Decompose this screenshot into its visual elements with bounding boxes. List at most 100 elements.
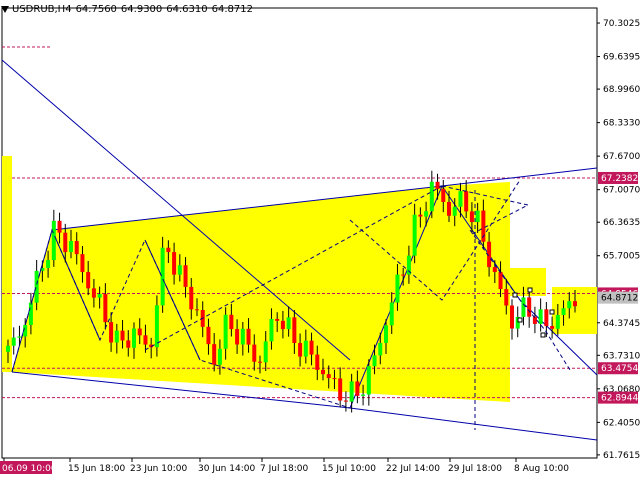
bear-candle bbox=[504, 289, 509, 306]
bear-candle bbox=[435, 181, 440, 189]
x-tick-label: 30 Jun 14:00 bbox=[198, 464, 255, 474]
pivot-marker-3 bbox=[527, 287, 533, 293]
bull-candle bbox=[177, 265, 182, 275]
bull-candle bbox=[538, 309, 543, 324]
chart-canvas[interactable]: 70.3025 69.6395 68.9960 68.3330 67.6700 67.00… bbox=[0, 0, 640, 480]
bear-candle bbox=[292, 317, 297, 343]
bear-candle bbox=[550, 326, 555, 329]
bull-candle bbox=[217, 348, 222, 365]
bear-candle bbox=[464, 191, 469, 212]
x-tick-label: 7 Jul 18:00 bbox=[260, 464, 309, 474]
pivot-marker-4 bbox=[540, 332, 546, 338]
bull-candle bbox=[412, 214, 417, 256]
bear-candle bbox=[206, 326, 211, 345]
bear-candle bbox=[343, 400, 348, 402]
bull-candle bbox=[6, 345, 10, 352]
bull-candle bbox=[366, 366, 371, 395]
bear-candle bbox=[80, 254, 85, 273]
bear-candle bbox=[355, 381, 360, 396]
bull-candle bbox=[372, 355, 377, 367]
chart-window[interactable]: 70.3025 69.6395 68.9960 68.3330 67.6700 67.00… bbox=[0, 0, 640, 480]
bull-candle bbox=[46, 260, 51, 268]
x-tick-label: 15 Jun 18:00 bbox=[68, 464, 125, 474]
chart-header: USDRUB,H4 64.7560 64.9300 64.6310 64.871… bbox=[0, 2, 257, 16]
bear-candle bbox=[63, 232, 68, 253]
bear-candle bbox=[544, 309, 549, 327]
bear-candle bbox=[401, 274, 406, 276]
highlight-zone-left-bar bbox=[2, 156, 12, 372]
bull-candle bbox=[555, 314, 560, 329]
level-tag-64-8712: 64.8712 bbox=[601, 294, 638, 304]
bull-candle bbox=[378, 342, 383, 356]
bull-candle bbox=[17, 336, 22, 338]
bear-candle bbox=[258, 361, 262, 363]
bull-candle bbox=[521, 297, 526, 317]
bull-candle bbox=[154, 305, 159, 348]
y-tick-label: 64.3745 bbox=[603, 319, 640, 329]
low-value: 64.6310 bbox=[166, 3, 208, 15]
bear-candle bbox=[212, 344, 217, 365]
bear-candle bbox=[441, 188, 446, 202]
bear-candle bbox=[332, 378, 337, 380]
y-tick-label: 70.3025 bbox=[603, 19, 640, 29]
bull-candle bbox=[51, 220, 56, 261]
bear-candle bbox=[275, 318, 280, 321]
bull-candle bbox=[97, 294, 102, 298]
bear-candle bbox=[527, 297, 532, 317]
x-tick-label: 8 Aug 10:00 bbox=[514, 464, 569, 474]
y-tick-label: 69.6395 bbox=[603, 53, 640, 63]
bear-candle bbox=[91, 288, 96, 298]
bear-candle bbox=[109, 322, 114, 343]
bear-candle bbox=[315, 354, 320, 370]
highlight-zone-main bbox=[12, 182, 510, 402]
y-tick-label: 68.3330 bbox=[603, 119, 640, 129]
y-tick-label: 66.3635 bbox=[603, 218, 640, 228]
bull-candle bbox=[11, 337, 16, 346]
bull-candle bbox=[475, 210, 480, 223]
x-tick-label: 22 Jul 14:00 bbox=[386, 464, 440, 474]
bear-candle bbox=[498, 272, 503, 290]
bear-candle bbox=[137, 328, 142, 336]
bear-candle bbox=[235, 329, 240, 345]
level-tag-63-4754: 63.4754 bbox=[601, 364, 638, 374]
pivot-marker-1 bbox=[512, 292, 518, 298]
bear-candle bbox=[189, 286, 194, 310]
y-tick-label: 67.6700 bbox=[603, 152, 640, 162]
x-tick-label: 29 Jul 18:00 bbox=[448, 464, 502, 474]
y-tick-label: 67.0070 bbox=[603, 186, 640, 196]
bull-candle bbox=[28, 302, 33, 325]
bear-candle bbox=[447, 201, 451, 216]
bull-candle bbox=[361, 394, 366, 396]
bull-candle bbox=[269, 318, 274, 342]
bull-candle bbox=[34, 270, 39, 303]
symbol-label: USDRUB,H4 bbox=[12, 3, 72, 15]
x-tick-label: 15 Jul 10:00 bbox=[322, 464, 376, 474]
bear-candle bbox=[573, 301, 577, 307]
level-tag-67-2382: 67.2382 bbox=[601, 174, 638, 184]
bear-candle bbox=[57, 220, 62, 233]
bull-candle bbox=[114, 330, 119, 343]
bear-candle bbox=[120, 330, 125, 341]
bull-candle bbox=[395, 274, 400, 303]
bear-candle bbox=[309, 340, 314, 355]
bull-candle bbox=[240, 328, 245, 345]
x-tick-label: 06.09 10:00 bbox=[2, 464, 57, 474]
bear-candle bbox=[510, 305, 514, 329]
bear-candle bbox=[86, 272, 91, 289]
bull-candle bbox=[567, 301, 572, 309]
bull-candle bbox=[160, 247, 165, 306]
bull-candle bbox=[452, 206, 457, 216]
close-value: 64.8712 bbox=[211, 3, 253, 15]
bear-candle bbox=[103, 294, 108, 323]
bull-candle bbox=[223, 314, 228, 349]
bear-candle bbox=[172, 252, 177, 275]
y-tick-label: 65.7005 bbox=[603, 252, 640, 262]
bear-candle bbox=[338, 378, 343, 401]
bull-candle bbox=[384, 325, 388, 343]
bear-candle bbox=[280, 320, 285, 330]
pivot-marker-2 bbox=[517, 317, 523, 323]
dropdown-triangle-icon[interactable] bbox=[1, 5, 9, 13]
bull-candle bbox=[303, 340, 308, 357]
bull-candle bbox=[69, 241, 73, 253]
y-tick-label: 63.7310 bbox=[603, 351, 640, 361]
